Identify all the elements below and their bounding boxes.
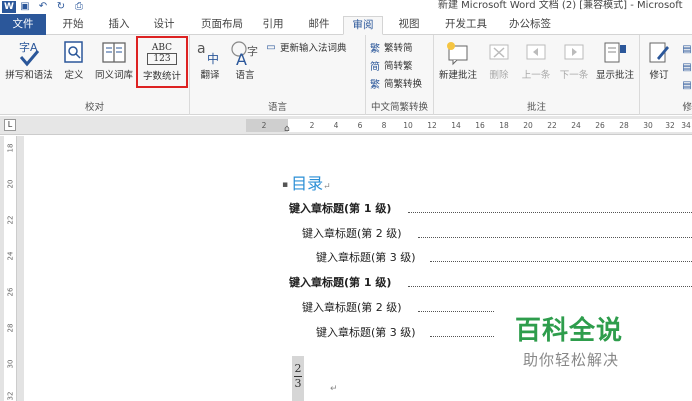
page-number-field[interactable]: 2 3	[292, 356, 304, 401]
chinese-conversion-button[interactable]: 繁 简繁转换	[368, 75, 422, 91]
watermark-logo: 百科全说 助你轻松解决	[515, 310, 623, 370]
group-language: a 中 翻译 A 字 语言 ▭ 更新输入法词典 语言	[190, 35, 366, 115]
next-comment-button[interactable]: 下一条	[556, 38, 592, 82]
toc-heading[interactable]: ▪ 目录↵	[282, 170, 331, 194]
traditional-to-simplified-button[interactable]: 繁 繁转简	[368, 39, 413, 55]
translate-button[interactable]: a 中 翻译	[194, 38, 226, 82]
svg-text:中: 中	[207, 51, 219, 66]
vertical-ruler[interactable]: 18 20 22 24 26 28 30 32	[4, 136, 17, 401]
group-chinese-conversion: 繁 繁转简 简 简转繁 繁 简繁转换 中文简繁转换	[366, 35, 434, 115]
show-markup-icon: ▤	[682, 61, 692, 73]
watermark-title: 百科全说	[515, 316, 624, 346]
svg-text:A: A	[236, 50, 247, 67]
markup-icon: ▤	[682, 43, 692, 55]
indent-marker-icon[interactable]: ⌂	[284, 124, 290, 134]
show-comments-button[interactable]: 显示批注	[592, 38, 638, 82]
show-comments-icon	[592, 38, 638, 68]
toc-entry-1[interactable]: 键入章标题(第 1 级)	[289, 200, 391, 216]
tracking-option-3[interactable]: ▤	[680, 77, 692, 93]
track-changes-button[interactable]: 修订	[644, 38, 674, 82]
watermark-subtitle: 助你轻松解决	[523, 351, 620, 369]
simplified-to-traditional-button[interactable]: 简 简转繁	[368, 57, 413, 73]
ribbon: 字A 拼写和语法 定义 同义词库 ABC 123 字数统计 校对 a 中 翻译 …	[0, 35, 692, 115]
horizontal-ruler[interactable]: L 2 2 4 6 8 10 12 14 16 18 20 22 24 26 2…	[0, 116, 692, 135]
group-label-language: 语言	[267, 102, 287, 113]
update-ime-dictionary-button[interactable]: ▭ 更新输入法词典	[264, 39, 346, 55]
tab-insert[interactable]: 插入	[100, 16, 138, 35]
ruler-strip: 2 2 4 6 8 10 12 14 16 18 20 22 24 26 28 …	[246, 119, 692, 134]
toc-entry-3[interactable]: 键入章标题(第 3 级)	[316, 249, 416, 265]
group-comments: 新建批注 删除 上一条 下一条 显示批注 批注	[434, 35, 640, 115]
translate-icon: a 中	[194, 38, 226, 68]
group-label-chinese-conversion: 中文简繁转换	[370, 102, 428, 113]
print-preview-icon[interactable]: ⎙	[70, 1, 88, 13]
word-count-abc123-icon: ABC 123	[137, 39, 187, 69]
tracking-option-2[interactable]: ▤	[680, 59, 692, 75]
window-title: 新建 Microsoft Word 文档 (2) [兼容模式] - Micros…	[438, 0, 683, 11]
tab-mailings[interactable]: 邮件	[300, 16, 338, 35]
language-icon: A 字	[228, 38, 262, 68]
track-changes-icon	[644, 38, 674, 68]
previous-comment-icon	[518, 38, 554, 68]
tab-design[interactable]: 设计	[145, 16, 183, 35]
tab-file[interactable]: 文件	[0, 14, 46, 35]
word-logo-icon: W	[2, 1, 16, 13]
thesaurus-book-icon	[92, 38, 136, 68]
group-label-tracking: 修	[682, 102, 692, 113]
delete-comment-button[interactable]: 删除	[482, 38, 516, 82]
previous-comment-button[interactable]: 上一条	[518, 38, 554, 82]
tab-review[interactable]: 审阅	[343, 16, 383, 35]
group-label-proofing: 校对	[84, 102, 104, 113]
toc-entry-2[interactable]: 键入章标题(第 2 级)	[302, 225, 402, 241]
toc-entry-6[interactable]: 键入章标题(第 3 级)	[316, 324, 416, 340]
quick-access-toolbar: W ▣ ↶ ↻ ⎙	[0, 0, 88, 14]
save-icon[interactable]: ▣	[16, 1, 34, 13]
new-comment-button[interactable]: 新建批注	[436, 38, 480, 82]
group-proofing: 字A 拼写和语法 定义 同义词库 ABC 123 字数统计 校对	[0, 35, 190, 115]
chinese-conversion-icon: 繁	[370, 79, 380, 91]
define-book-icon	[60, 38, 88, 68]
tab-view[interactable]: 视图	[390, 16, 428, 35]
tab-home[interactable]: 开始	[54, 16, 92, 35]
reviewing-pane-icon: ▤	[682, 79, 692, 91]
ribbon-tabs: 文件 开始 插入 设计 页面布局 引用 邮件 审阅 视图 开发工具 办公标签	[0, 14, 692, 35]
svg-text:a: a	[197, 41, 206, 57]
tracking-option-1[interactable]: ▤	[680, 41, 692, 57]
undo-icon[interactable]: ↶	[34, 1, 52, 13]
tab-page-layout[interactable]: 页面布局	[194, 16, 250, 35]
group-label-comments: 批注	[526, 102, 546, 113]
next-comment-icon	[556, 38, 592, 68]
tab-developer[interactable]: 开发工具	[438, 16, 494, 35]
thesaurus-button[interactable]: 同义词库	[92, 38, 136, 82]
word-count-button[interactable]: ABC 123 字数统计	[136, 36, 188, 88]
svg-text:字: 字	[247, 44, 258, 58]
simplified-to-traditional-icon: 简	[370, 61, 380, 73]
title-bar: W ▣ ↶ ↻ ⎙ 新建 Microsoft Word 文档 (2) [兼容模式…	[0, 0, 692, 14]
traditional-to-simplified-icon: 繁	[370, 43, 380, 55]
tab-selector[interactable]: L	[4, 119, 16, 131]
toc-entry-5[interactable]: 键入章标题(第 2 级)	[302, 299, 402, 315]
svg-text:字A: 字A	[19, 40, 38, 54]
language-button[interactable]: A 字 语言	[228, 38, 262, 82]
spelling-grammar-button[interactable]: 字A 拼写和语法	[2, 38, 56, 82]
toc-entry-4[interactable]: 键入章标题(第 1 级)	[289, 274, 391, 290]
group-tracking: 修订 ▤ ▤ ▤ 修	[640, 35, 692, 115]
spelling-check-icon: 字A	[2, 38, 56, 68]
delete-comment-icon	[482, 38, 516, 68]
redo-icon[interactable]: ↻	[52, 1, 70, 13]
tab-office-tab[interactable]: 办公标签	[502, 16, 558, 35]
new-comment-icon	[436, 38, 480, 68]
define-button[interactable]: 定义	[60, 38, 88, 82]
dictionary-icon: ▭	[266, 41, 276, 53]
tab-references[interactable]: 引用	[256, 16, 290, 35]
